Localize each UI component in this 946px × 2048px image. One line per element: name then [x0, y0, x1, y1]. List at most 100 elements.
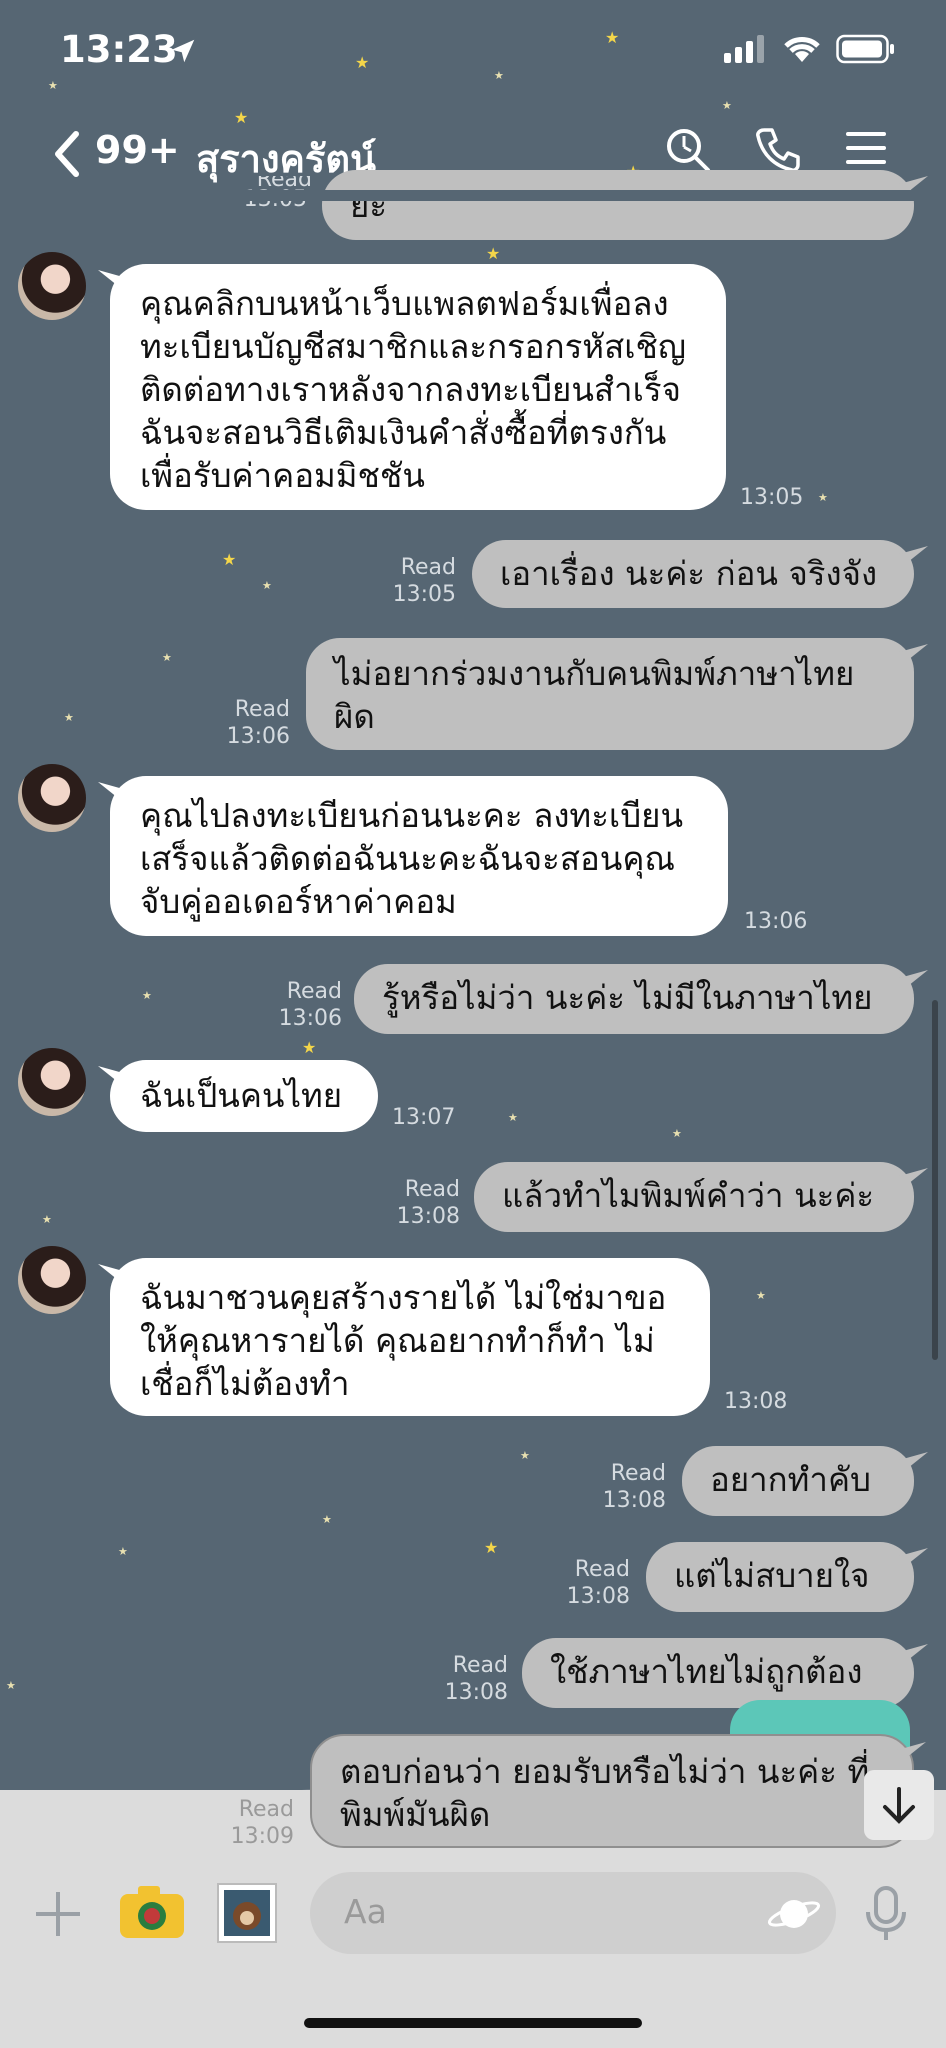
scroll-down-icon[interactable]	[864, 1770, 934, 1840]
message-meta: Read 13:09	[208, 1796, 294, 1850]
message-time: 13:05	[740, 485, 804, 510]
message-meta: Read 13:08	[374, 1176, 460, 1230]
incoming-message[interactable]: ฉันเป็นคนไทย	[110, 1060, 378, 1132]
message-text: ฉันมาชวนคุยสร้างรายได้ ไม่ใช่มาขอให้คุณห…	[140, 1278, 667, 1403]
star-decoration: ★	[142, 989, 152, 1002]
message-meta: Read 13:08	[580, 1460, 666, 1514]
star-decoration: ★	[262, 579, 272, 592]
message-meta: Read 13:08	[544, 1556, 630, 1610]
star-decoration: ★	[605, 28, 620, 47]
message-text: แล้วทำไมพิมพ์คำว่า นะค่ะ	[502, 1176, 875, 1215]
mic-icon[interactable]	[864, 1886, 908, 1946]
message-text: อยากทำคับ	[710, 1460, 871, 1499]
star-decoration: ★	[672, 1127, 682, 1140]
camera-icon[interactable]	[118, 1884, 186, 1944]
avatar[interactable]	[18, 252, 86, 320]
outgoing-message[interactable]: ยะ	[322, 170, 914, 240]
message-text: ไม่อยากร่วมงานกับคนพิมพ์ภาษาไทยผิด	[334, 654, 855, 736]
message-text: แต่ไม่สบายใจ	[674, 1556, 870, 1595]
message-status: Read	[286, 979, 342, 1004]
message-text: คุณคลิกบนหน้าเว็บแพลตฟอร์มเพื่อลงทะเบียน…	[140, 284, 686, 495]
message-status: Read	[610, 1461, 666, 1486]
message-text: ใช้ภาษาไทยไม่ถูกต้อง	[550, 1652, 863, 1691]
avatar[interactable]	[18, 1048, 86, 1116]
star-decoration: ★	[756, 1289, 766, 1302]
incoming-message[interactable]: คุณคลิกบนหน้าเว็บแพลตฟอร์มเพื่อลงทะเบียน…	[110, 264, 726, 510]
message-meta: Read 13:08	[422, 1652, 508, 1706]
scrollbar[interactable]	[932, 1000, 938, 1360]
battery-icon	[836, 34, 896, 68]
star-decoration: ★	[64, 711, 74, 724]
star-decoration: ★	[162, 651, 172, 664]
message-text: รู้หรือไม่ว่า นะค่ะ ไม่มีในภาษาไทย	[382, 978, 873, 1017]
message-text: ตอบก่อนว่า ยอมรับหรือไม่ว่า นะค่ะ ที่พิม…	[340, 1752, 870, 1834]
star-decoration: ★	[222, 550, 237, 569]
message-time: 13:08	[396, 1204, 460, 1229]
emoji-icon[interactable]	[766, 1892, 822, 1940]
outgoing-message[interactable]: ตอบก่อนว่า ยอมรับหรือไม่ว่า นะค่ะ ที่พิม…	[310, 1734, 914, 1848]
outgoing-message[interactable]: อยากทำคับ	[682, 1446, 914, 1516]
message-time: 13:08	[724, 1389, 788, 1414]
message-time: 13:09	[230, 1824, 294, 1849]
message-meta: Read 13:06	[256, 978, 342, 1032]
message-status: Read	[574, 1557, 630, 1582]
message-status: Read	[400, 555, 456, 580]
star-decoration: ★	[48, 79, 58, 92]
star-decoration: ★	[818, 491, 828, 504]
wifi-icon	[782, 34, 822, 68]
outgoing-message[interactable]: ไม่อยากร่วมงานกับคนพิมพ์ภาษาไทยผิด	[306, 638, 914, 750]
unread-count[interactable]: 99+	[95, 128, 180, 172]
message-text: เอาเรื่อง นะค่ะ ก่อน จริงจัง	[500, 554, 878, 593]
avatar[interactable]	[18, 764, 86, 832]
plus-icon[interactable]	[34, 1890, 82, 1942]
message-status-clipped: Read	[222, 176, 312, 192]
message-time: 13:08	[602, 1488, 666, 1513]
outgoing-message[interactable]: แต่ไม่สบายใจ	[646, 1542, 914, 1612]
home-indicator	[304, 2018, 642, 2028]
message-text: ฉันเป็นคนไทย	[140, 1076, 343, 1115]
location-arrow-icon	[168, 36, 198, 70]
message-time: 13:05	[392, 582, 456, 607]
message-time: 13:08	[566, 1584, 630, 1609]
star-decoration: ★	[484, 1538, 499, 1557]
incoming-message[interactable]: ฉันมาชวนคุยสร้างรายได้ ไม่ใช่มาขอให้คุณห…	[110, 1258, 710, 1416]
star-decoration: ★	[302, 1038, 317, 1057]
message-time: 13:07	[392, 1105, 456, 1130]
message-status: Read	[452, 1653, 508, 1678]
message-status: Read	[234, 697, 290, 722]
star-decoration: ★	[6, 1679, 16, 1692]
message-text: คุณไปลงทะเบียนก่อนนะคะ ลงทะเบียนเสร็จแล้…	[140, 796, 684, 921]
star-decoration: ★	[322, 1513, 332, 1526]
status-time: 13:23	[60, 28, 178, 71]
incoming-message[interactable]: คุณไปลงทะเบียนก่อนนะคะ ลงทะเบียนเสร็จแล้…	[110, 776, 728, 936]
message-time: 13:06	[226, 724, 290, 749]
back-chevron-icon[interactable]	[52, 130, 82, 182]
header-divider	[0, 190, 946, 201]
message-meta: Read 13:06	[204, 696, 290, 750]
star-decoration: ★	[355, 53, 370, 72]
avatar[interactable]	[18, 1246, 86, 1314]
signal-icon	[724, 35, 768, 67]
outgoing-message[interactable]: ใช้ภาษาไทยไม่ถูกต้อง	[522, 1638, 914, 1708]
message-input-placeholder: Aa	[344, 1892, 387, 1931]
star-decoration: ★	[42, 1213, 52, 1226]
menu-icon[interactable]	[844, 126, 888, 174]
star-decoration: ★	[520, 1449, 530, 1462]
star-decoration: ★	[486, 244, 501, 263]
star-decoration: ★	[494, 69, 504, 82]
message-meta: Read 13:05	[370, 554, 456, 608]
message-time: 13:08	[444, 1680, 508, 1705]
message-status: Read	[404, 1177, 460, 1202]
message-input[interactable]: Aa	[310, 1872, 836, 1954]
message-time: 13:06	[278, 1006, 342, 1031]
star-decoration: ★	[508, 1111, 518, 1124]
outgoing-message[interactable]: แล้วทำไมพิมพ์คำว่า นะค่ะ	[474, 1162, 914, 1232]
message-time: 13:06	[744, 909, 808, 934]
star-decoration: ★	[722, 99, 732, 112]
message-status: Read	[238, 1797, 294, 1822]
outgoing-message[interactable]: รู้หรือไม่ว่า นะค่ะ ไม่มีในภาษาไทย	[354, 964, 914, 1034]
outgoing-message[interactable]: เอาเรื่อง นะค่ะ ก่อน จริงจัง	[472, 540, 914, 608]
message-status: Read	[256, 176, 312, 192]
photo-icon[interactable]	[216, 1882, 278, 1948]
star-decoration: ★	[118, 1545, 128, 1558]
